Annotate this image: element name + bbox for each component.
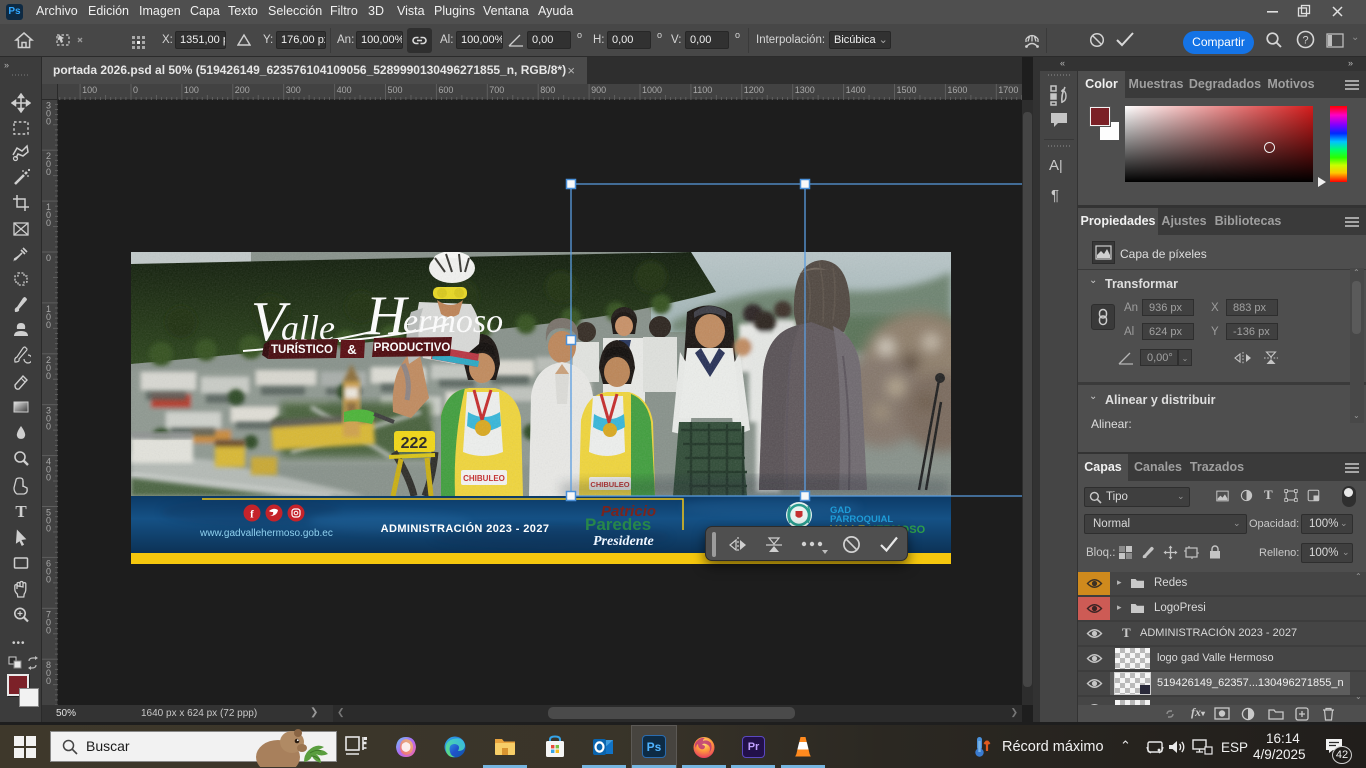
- svg-text:300: 300: [286, 85, 301, 95]
- svg-text:0: 0: [133, 85, 138, 95]
- svg-text:0: 0: [46, 473, 51, 483]
- svg-text:0: 0: [46, 371, 51, 381]
- svg-text:1600: 1600: [947, 85, 967, 95]
- svg-text:0: 0: [46, 422, 51, 432]
- svg-text:1300: 1300: [795, 85, 815, 95]
- svg-text:1400: 1400: [846, 85, 866, 95]
- svg-text:0: 0: [46, 167, 51, 177]
- svg-text:0: 0: [46, 116, 51, 126]
- svg-text:?: ?: [1302, 34, 1308, 46]
- svg-text:400: 400: [337, 85, 352, 95]
- svg-text:700: 700: [489, 85, 504, 95]
- svg-text:800: 800: [540, 85, 555, 95]
- svg-text:1100: 1100: [693, 85, 712, 95]
- svg-text:100: 100: [184, 85, 199, 95]
- svg-text:200: 200: [235, 85, 250, 95]
- svg-text:0: 0: [46, 320, 51, 330]
- svg-text:0: 0: [46, 253, 51, 263]
- svg-text:1200: 1200: [744, 85, 764, 95]
- svg-text:1700: 1700: [998, 85, 1018, 95]
- svg-text:900: 900: [591, 85, 606, 95]
- svg-text:0: 0: [46, 524, 51, 534]
- svg-text:0: 0: [46, 218, 51, 228]
- svg-text:1500: 1500: [897, 85, 917, 95]
- svg-text:600: 600: [438, 85, 453, 95]
- svg-text:1000: 1000: [642, 85, 662, 95]
- svg-text:100: 100: [82, 85, 97, 95]
- svg-text:0: 0: [46, 676, 51, 686]
- svg-text:0: 0: [46, 574, 51, 584]
- svg-text:T: T: [15, 502, 27, 521]
- svg-text:0: 0: [46, 625, 51, 635]
- svg-text:500: 500: [388, 85, 403, 95]
